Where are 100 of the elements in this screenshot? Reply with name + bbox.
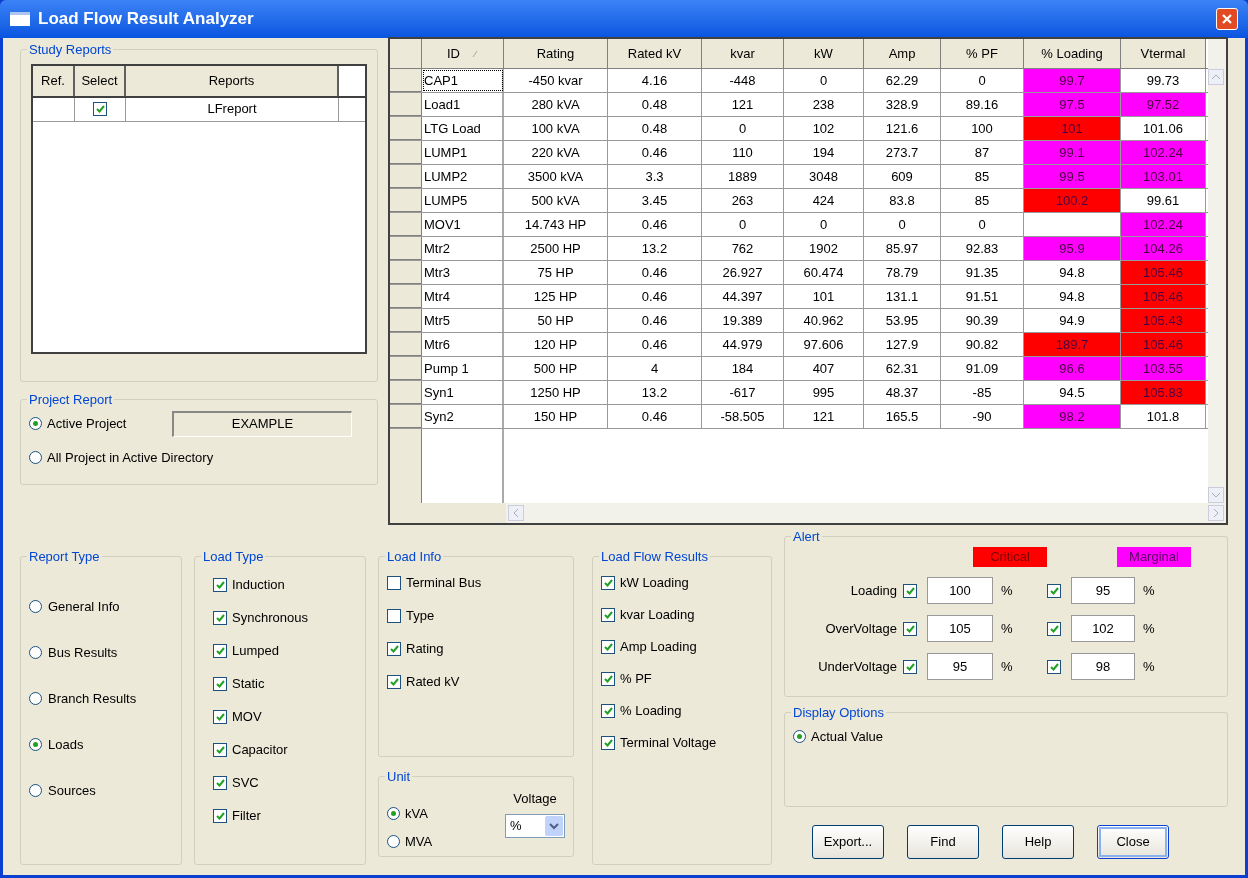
radio-button[interactable] [29, 738, 42, 751]
checkbox-label: Static [232, 674, 265, 693]
column-header[interactable]: kW [784, 39, 864, 68]
checkbox[interactable] [387, 608, 401, 623]
radio-button[interactable] [29, 692, 42, 705]
table-cell: 0.48 [608, 117, 702, 140]
table-cell: 96.6 [1024, 357, 1121, 380]
checkbox[interactable] [213, 577, 227, 592]
checkbox[interactable] [601, 735, 615, 750]
row-header[interactable] [390, 117, 422, 140]
table-cell: 105.46 [1121, 285, 1206, 308]
column-header[interactable]: Amp [864, 39, 941, 68]
dialog-button[interactable]: Close [1097, 825, 1169, 859]
checkbox[interactable] [213, 676, 227, 691]
table-cell: 424 [784, 189, 864, 212]
horizontal-scrollbar[interactable] [506, 503, 1226, 523]
column-header[interactable]: Select [75, 65, 126, 96]
table-cell: 0.46 [608, 285, 702, 308]
table-cell: 184 [702, 357, 784, 380]
row-header[interactable] [390, 213, 422, 236]
checkbox[interactable] [601, 671, 615, 686]
checkbox[interactable] [1047, 583, 1061, 598]
checkbox[interactable] [601, 703, 615, 718]
row-header[interactable] [390, 189, 422, 212]
table-cell: 50 HP [504, 309, 608, 332]
report-name[interactable]: LFreport [126, 97, 339, 121]
checkbox[interactable] [903, 621, 917, 636]
table-cell: 105.83 [1121, 381, 1206, 404]
check-icon [603, 738, 613, 747]
table-cell: Mtr6 [422, 333, 504, 356]
checkbox[interactable] [387, 575, 401, 590]
row-header[interactable] [390, 381, 422, 404]
dialog-button[interactable]: Help [1002, 825, 1074, 859]
column-header[interactable]: Ref. [33, 65, 75, 96]
radio-button[interactable] [29, 784, 42, 797]
table-cell: 101 [784, 285, 864, 308]
column-header[interactable]: Rating [504, 39, 608, 68]
checkbox[interactable] [213, 808, 227, 823]
table-cell: 238 [784, 93, 864, 116]
radio-button[interactable] [793, 730, 806, 743]
radio-button[interactable] [29, 646, 42, 659]
column-header[interactable]: Vtermal [1121, 39, 1206, 68]
radio-button[interactable] [387, 807, 400, 820]
unit-label: % [1001, 581, 1014, 600]
row-header[interactable] [390, 333, 422, 356]
checkbox[interactable] [213, 643, 227, 658]
marginal-value-field[interactable]: 95 [1071, 577, 1135, 604]
table-cell: 4.16 [608, 69, 702, 92]
checkbox[interactable] [903, 583, 917, 598]
checkbox[interactable] [213, 610, 227, 625]
table-cell: 273.7 [864, 141, 941, 164]
radio-button[interactable] [29, 417, 42, 430]
window-title: Load Flow Result Analyzer [38, 8, 254, 31]
radio-button[interactable] [29, 600, 42, 613]
row-header[interactable] [390, 69, 422, 92]
marginal-value-field[interactable]: 102 [1071, 615, 1135, 642]
vertical-scrollbar[interactable] [1208, 39, 1226, 503]
dialog-button[interactable]: Find [907, 825, 979, 859]
critical-value-field[interactable]: 100 [927, 577, 993, 604]
table-cell: 0.46 [608, 309, 702, 332]
row-header[interactable] [390, 93, 422, 116]
column-header[interactable]: kvar [702, 39, 784, 68]
radio-label: Actual Value [811, 727, 884, 746]
column-header[interactable]: % PF [941, 39, 1024, 68]
critical-value-field[interactable]: 95 [927, 653, 993, 680]
marginal-value-field[interactable]: 98 [1071, 653, 1135, 680]
checkbox[interactable] [387, 641, 401, 656]
critical-value-field[interactable]: 105 [927, 615, 993, 642]
radio-button[interactable] [29, 451, 42, 464]
row-header[interactable] [390, 165, 422, 188]
row-header[interactable] [390, 261, 422, 284]
row-header[interactable] [390, 285, 422, 308]
row-header[interactable] [390, 357, 422, 380]
radio-button[interactable] [387, 835, 400, 848]
checkbox[interactable] [601, 639, 615, 654]
alert-label: OverVoltage [824, 619, 898, 638]
voltage-dropdown[interactable]: % [505, 814, 565, 838]
row-header[interactable] [390, 141, 422, 164]
column-header[interactable]: Rated kV [608, 39, 702, 68]
table-cell: Mtr2 [422, 237, 504, 260]
checkbox[interactable] [1047, 621, 1061, 636]
row-header[interactable] [390, 309, 422, 332]
checkbox[interactable] [903, 659, 917, 674]
row-header[interactable] [390, 405, 422, 428]
scroll-up-icon [1208, 69, 1224, 85]
dialog-button[interactable]: Export... [812, 825, 884, 859]
checkbox[interactable] [601, 575, 615, 590]
close-button[interactable] [1216, 8, 1238, 30]
row-header[interactable] [390, 237, 422, 260]
column-header[interactable]: ID [422, 39, 504, 68]
column-header[interactable]: % Loading [1024, 39, 1121, 68]
checkbox[interactable] [213, 709, 227, 724]
checkbox[interactable] [213, 742, 227, 757]
checkbox[interactable] [601, 607, 615, 622]
checkbox[interactable] [387, 674, 401, 689]
checkbox[interactable] [1047, 659, 1061, 674]
checkbox[interactable] [213, 775, 227, 790]
column-header[interactable]: Reports [126, 65, 339, 96]
group-title: Display Options [792, 704, 886, 722]
checkbox[interactable] [93, 102, 107, 116]
